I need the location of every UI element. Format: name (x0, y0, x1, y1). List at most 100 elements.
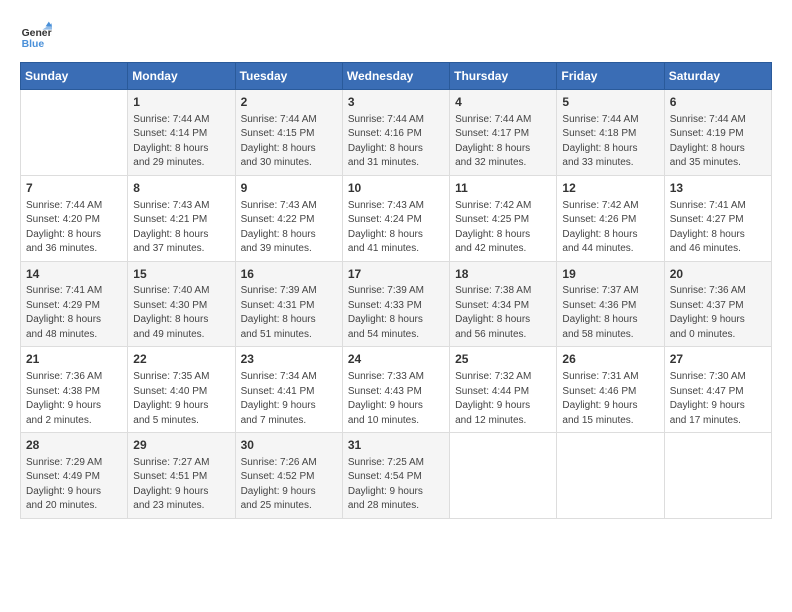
calendar-cell: 31 Sunrise: 7:25 AM Sunset: 4:54 PM Dayli… (342, 433, 449, 519)
day-number: 28 (26, 437, 122, 454)
calendar-week-row: 21Sunrise: 7:36 AM Sunset: 4:38 PM Dayli… (21, 347, 772, 433)
day-number: 2 (241, 94, 337, 111)
day-number: 5 (562, 94, 658, 111)
cell-content: Sunrise: 7:34 AM Sunset: 4:41 PM Dayligh… (241, 370, 337, 428)
day-number: 16 (241, 266, 337, 283)
calendar-cell: 22 Sunrise: 7:35 AM Sunset: 4:40 PM Dayli… (128, 347, 235, 433)
day-number: 4 (455, 94, 551, 111)
calendar-cell: 7 Sunrise: 7:44 AM Sunset: 4:20 PM Daylig… (21, 175, 128, 261)
cell-content: Sunrise: 7:35 AM Sunset: 4:40 PM Dayligh… (133, 370, 229, 428)
weekday-header-saturday: Saturday (664, 63, 771, 90)
cell-content: Sunrise: 7:32 AM Sunset: 4:44 PM Dayligh… (455, 370, 551, 428)
calendar-cell: 10 Sunrise: 7:43 AM Sunset: 4:24 PM Dayli… (342, 175, 449, 261)
logo-icon: General Blue (20, 20, 52, 52)
weekday-header-monday: Monday (128, 63, 235, 90)
cell-content: Sunrise: 7:44 AM Sunset: 4:16 PM Dayligh… (348, 113, 444, 171)
cell-content: Sunrise: 7:44 AM Sunset: 4:18 PM Dayligh… (562, 113, 658, 171)
calendar-cell: 3 Sunrise: 7:44 AM Sunset: 4:16 PM Daylig… (342, 90, 449, 176)
calendar-week-row: 1 Sunrise: 7:44 AM Sunset: 4:14 PM Daylig… (21, 90, 772, 176)
day-number: 10 (348, 180, 444, 197)
cell-content: Sunrise: 7:44 AM Sunset: 4:17 PM Dayligh… (455, 113, 551, 171)
calendar-cell: 17Sunrise: 7:39 AM Sunset: 4:33 PM Dayli… (342, 261, 449, 347)
day-number: 19 (562, 266, 658, 283)
day-number: 9 (241, 180, 337, 197)
day-number: 31 (348, 437, 444, 454)
day-number: 1 (133, 94, 229, 111)
calendar-table: SundayMondayTuesdayWednesdayThursdayFrid… (20, 62, 772, 519)
calendar-cell: 19Sunrise: 7:37 AM Sunset: 4:36 PM Dayli… (557, 261, 664, 347)
cell-content: Sunrise: 7:36 AM Sunset: 4:37 PM Dayligh… (670, 284, 766, 342)
cell-content: Sunrise: 7:44 AM Sunset: 4:15 PM Dayligh… (241, 113, 337, 171)
svg-text:Blue: Blue (22, 39, 45, 50)
page-header: General Blue (20, 20, 772, 52)
cell-content: Sunrise: 7:27 AM Sunset: 4:51 PM Dayligh… (133, 456, 229, 514)
cell-content: Sunrise: 7:43 AM Sunset: 4:24 PM Dayligh… (348, 199, 444, 257)
calendar-cell: 1 Sunrise: 7:44 AM Sunset: 4:14 PM Daylig… (128, 90, 235, 176)
calendar-cell: 28 Sunrise: 7:29 AM Sunset: 4:49 PM Dayli… (21, 433, 128, 519)
calendar-cell: 29 Sunrise: 7:27 AM Sunset: 4:51 PM Dayli… (128, 433, 235, 519)
day-number: 30 (241, 437, 337, 454)
day-number: 12 (562, 180, 658, 197)
calendar-cell (450, 433, 557, 519)
day-number: 3 (348, 94, 444, 111)
calendar-week-row: 7 Sunrise: 7:44 AM Sunset: 4:20 PM Daylig… (21, 175, 772, 261)
calendar-header: SundayMondayTuesdayWednesdayThursdayFrid… (21, 63, 772, 90)
day-number: 21 (26, 351, 122, 368)
calendar-cell: 8 Sunrise: 7:43 AM Sunset: 4:21 PM Daylig… (128, 175, 235, 261)
cell-content: Sunrise: 7:41 AM Sunset: 4:27 PM Dayligh… (670, 199, 766, 257)
day-number: 15 (133, 266, 229, 283)
calendar-cell: 16Sunrise: 7:39 AM Sunset: 4:31 PM Dayli… (235, 261, 342, 347)
day-number: 6 (670, 94, 766, 111)
cell-content: Sunrise: 7:30 AM Sunset: 4:47 PM Dayligh… (670, 370, 766, 428)
day-number: 26 (562, 351, 658, 368)
weekday-header-sunday: Sunday (21, 63, 128, 90)
calendar-cell: 15Sunrise: 7:40 AM Sunset: 4:30 PM Dayli… (128, 261, 235, 347)
cell-content: Sunrise: 7:44 AM Sunset: 4:20 PM Dayligh… (26, 199, 122, 257)
logo: General Blue (20, 20, 52, 52)
calendar-cell: 13Sunrise: 7:41 AM Sunset: 4:27 PM Dayli… (664, 175, 771, 261)
calendar-cell: 11Sunrise: 7:42 AM Sunset: 4:25 PM Dayli… (450, 175, 557, 261)
day-number: 22 (133, 351, 229, 368)
cell-content: Sunrise: 7:39 AM Sunset: 4:33 PM Dayligh… (348, 284, 444, 342)
calendar-cell: 2 Sunrise: 7:44 AM Sunset: 4:15 PM Daylig… (235, 90, 342, 176)
calendar-cell: 5 Sunrise: 7:44 AM Sunset: 4:18 PM Daylig… (557, 90, 664, 176)
calendar-cell (557, 433, 664, 519)
weekday-header-friday: Friday (557, 63, 664, 90)
calendar-cell: 6Sunrise: 7:44 AM Sunset: 4:19 PM Daylig… (664, 90, 771, 176)
calendar-cell: 4 Sunrise: 7:44 AM Sunset: 4:17 PM Daylig… (450, 90, 557, 176)
weekday-header-row: SundayMondayTuesdayWednesdayThursdayFrid… (21, 63, 772, 90)
cell-content: Sunrise: 7:42 AM Sunset: 4:25 PM Dayligh… (455, 199, 551, 257)
cell-content: Sunrise: 7:41 AM Sunset: 4:29 PM Dayligh… (26, 284, 122, 342)
calendar-cell: 30 Sunrise: 7:26 AM Sunset: 4:52 PM Dayli… (235, 433, 342, 519)
day-number: 8 (133, 180, 229, 197)
calendar-cell: 18Sunrise: 7:38 AM Sunset: 4:34 PM Dayli… (450, 261, 557, 347)
cell-content: Sunrise: 7:33 AM Sunset: 4:43 PM Dayligh… (348, 370, 444, 428)
day-number: 25 (455, 351, 551, 368)
weekday-header-thursday: Thursday (450, 63, 557, 90)
cell-content: Sunrise: 7:44 AM Sunset: 4:14 PM Dayligh… (133, 113, 229, 171)
svg-text:General: General (22, 28, 52, 39)
cell-content: Sunrise: 7:40 AM Sunset: 4:30 PM Dayligh… (133, 284, 229, 342)
day-number: 24 (348, 351, 444, 368)
cell-content: Sunrise: 7:39 AM Sunset: 4:31 PM Dayligh… (241, 284, 337, 342)
day-number: 20 (670, 266, 766, 283)
day-number: 14 (26, 266, 122, 283)
day-number: 27 (670, 351, 766, 368)
calendar-cell: 24 Sunrise: 7:33 AM Sunset: 4:43 PM Dayli… (342, 347, 449, 433)
cell-content: Sunrise: 7:31 AM Sunset: 4:46 PM Dayligh… (562, 370, 658, 428)
calendar-cell (664, 433, 771, 519)
day-number: 23 (241, 351, 337, 368)
calendar-cell: 25 Sunrise: 7:32 AM Sunset: 4:44 PM Dayli… (450, 347, 557, 433)
calendar-cell (21, 90, 128, 176)
cell-content: Sunrise: 7:29 AM Sunset: 4:49 PM Dayligh… (26, 456, 122, 514)
calendar-cell: 14Sunrise: 7:41 AM Sunset: 4:29 PM Dayli… (21, 261, 128, 347)
day-number: 17 (348, 266, 444, 283)
calendar-week-row: 14Sunrise: 7:41 AM Sunset: 4:29 PM Dayli… (21, 261, 772, 347)
weekday-header-wednesday: Wednesday (342, 63, 449, 90)
cell-content: Sunrise: 7:43 AM Sunset: 4:21 PM Dayligh… (133, 199, 229, 257)
day-number: 18 (455, 266, 551, 283)
cell-content: Sunrise: 7:26 AM Sunset: 4:52 PM Dayligh… (241, 456, 337, 514)
day-number: 7 (26, 180, 122, 197)
day-number: 29 (133, 437, 229, 454)
cell-content: Sunrise: 7:25 AM Sunset: 4:54 PM Dayligh… (348, 456, 444, 514)
